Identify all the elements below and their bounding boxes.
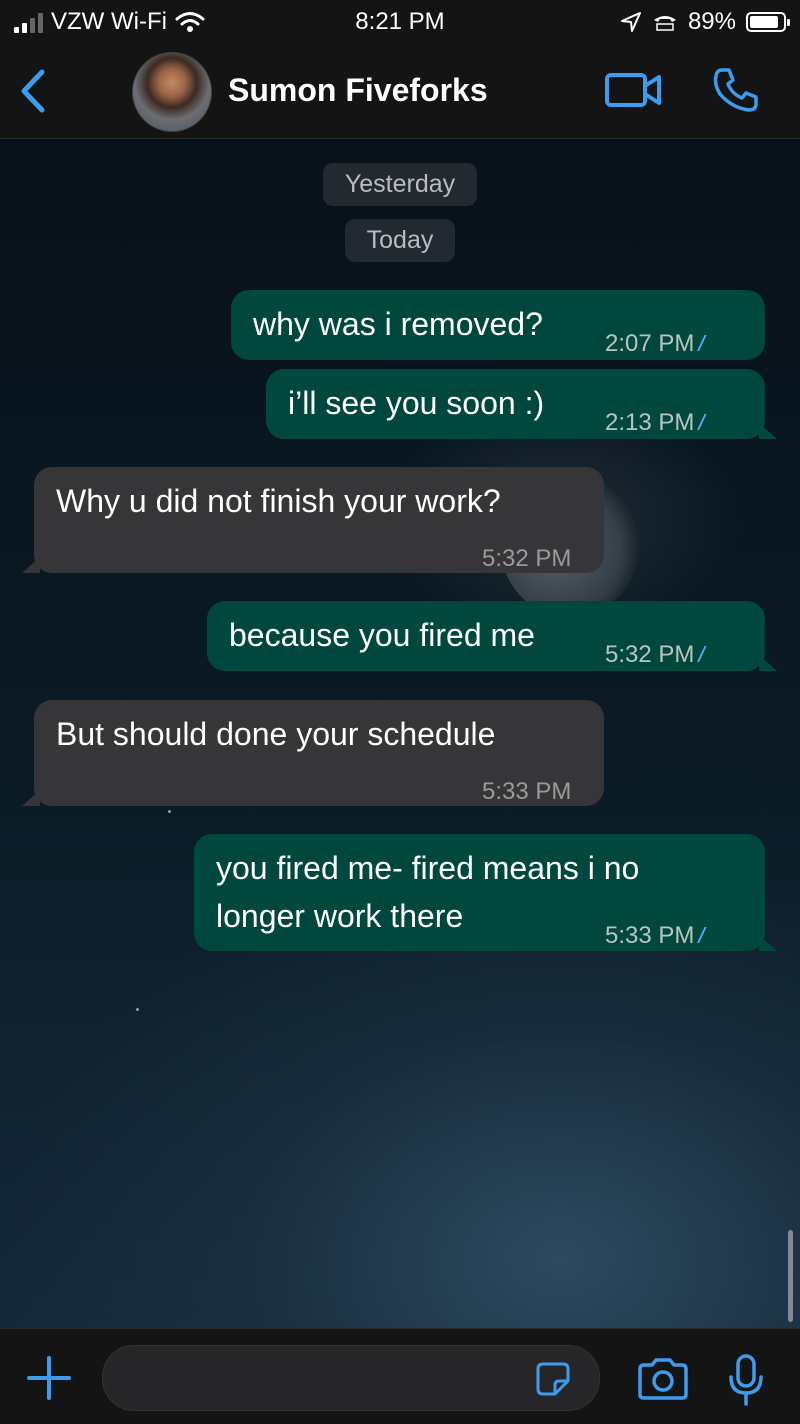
outgoing-message[interactable]: you fired me- fired means i no longer wo…	[194, 834, 765, 951]
star	[168, 810, 171, 813]
incoming-message[interactable]: Why u did not finish your work? 5:32 PM	[34, 467, 604, 573]
chevron-left-icon[interactable]	[14, 66, 54, 116]
message-text: i’ll see you soon :)	[288, 379, 544, 427]
message-text: Why u did not finish your work?	[56, 477, 501, 525]
tty-icon	[652, 12, 678, 32]
bubble-tail	[759, 423, 777, 439]
message-text-line-2: longer work there	[216, 892, 463, 940]
phone-icon[interactable]	[712, 66, 760, 114]
outgoing-message[interactable]: i’ll see you soon :) 2:13 PM//	[266, 369, 765, 439]
video-camera-icon[interactable]	[604, 70, 662, 110]
bubble-tail	[22, 557, 40, 573]
date-separator-yesterday: Yesterday	[0, 163, 800, 206]
star	[136, 1008, 139, 1011]
message-time: 5:32 PM	[605, 631, 694, 679]
bubble-tail	[759, 655, 777, 671]
avatar[interactable]	[132, 52, 212, 132]
outgoing-message[interactable]: because you fired me 5:32 PM//	[207, 601, 765, 671]
message-text: But should done your schedule	[56, 710, 495, 758]
message-input[interactable]	[102, 1345, 600, 1411]
message-time: 2:13 PM	[605, 399, 694, 447]
battery-percent: 89%	[688, 8, 736, 36]
message-time: 5:33 PM	[605, 912, 694, 960]
message-text: why was i removed?	[253, 300, 543, 348]
message-text: because you fired me	[229, 611, 535, 659]
location-arrow-icon	[620, 11, 642, 33]
outgoing-message[interactable]: why was i removed? 2:07 PM//	[231, 290, 765, 360]
sticker-icon[interactable]	[535, 1361, 571, 1397]
camera-icon[interactable]	[636, 1357, 690, 1401]
bubble-tail	[759, 935, 777, 951]
message-composer	[0, 1328, 800, 1424]
battery-icon	[746, 12, 786, 32]
contact-name[interactable]: Sumon Fiveforks	[228, 72, 488, 109]
chat-header: Sumon Fiveforks	[0, 44, 800, 139]
bubble-tail	[22, 790, 40, 806]
incoming-message[interactable]: But should done your schedule 5:33 PM	[34, 700, 604, 806]
message-time: 5:33 PM	[482, 768, 571, 816]
message-time: 5:32 PM	[482, 535, 571, 583]
message-time: 2:07 PM	[605, 320, 694, 368]
scrollbar[interactable]	[788, 1230, 793, 1322]
plus-icon[interactable]	[26, 1355, 72, 1401]
message-text-line-1: you fired me- fired means i no	[216, 844, 639, 892]
date-separator-today: Today	[0, 219, 800, 262]
microphone-icon[interactable]	[726, 1353, 766, 1407]
status-bar: VZW Wi-Fi 8:21 PM 89%	[0, 0, 800, 44]
